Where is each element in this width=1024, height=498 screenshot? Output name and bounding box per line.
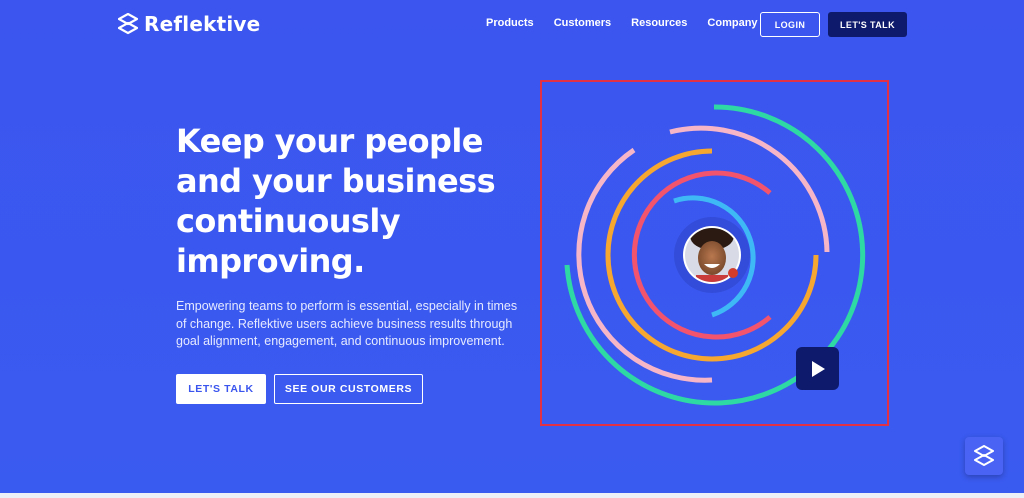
reflektive-logo-icon — [974, 445, 994, 466]
chat-widget-button[interactable] — [965, 437, 1003, 475]
page-bottom-edge — [0, 493, 1024, 498]
nav-resources[interactable]: Resources — [631, 17, 687, 29]
subtext-line: Empowering teams to perform is essential… — [176, 299, 518, 313]
lets-talk-header-button[interactable]: LET'S TALK — [828, 12, 907, 37]
brand-logo[interactable]: Reflektive — [118, 12, 260, 36]
play-button[interactable] — [796, 347, 839, 390]
main-nav: Products Customers Resources Company — [486, 17, 758, 29]
login-button[interactable]: LOGIN — [760, 12, 820, 37]
headline-line: Keep your people — [176, 122, 483, 160]
headline-line: improving. — [176, 242, 365, 280]
brand-name: Reflektive — [144, 12, 261, 36]
subtext-line: of change. Reflektive users achieve busi… — [176, 316, 513, 331]
nav-company[interactable]: Company — [707, 17, 757, 29]
nav-customers[interactable]: Customers — [554, 17, 611, 29]
lets-talk-button[interactable]: LET'S TALK — [176, 374, 266, 404]
headline-line: continuously — [176, 202, 401, 240]
hero-headline: Keep your people and your business conti… — [176, 121, 516, 281]
play-icon — [811, 360, 825, 377]
nav-products[interactable]: Products — [486, 17, 534, 29]
headline-line: and your business — [176, 162, 496, 200]
see-customers-button[interactable]: SEE OUR CUSTOMERS — [274, 374, 423, 404]
hero-subtext: Empowering teams to perform is essential… — [176, 298, 521, 351]
reflektive-logo-icon — [118, 13, 138, 35]
subtext-line: goal alignment, engagement, and continuo… — [176, 334, 505, 348]
